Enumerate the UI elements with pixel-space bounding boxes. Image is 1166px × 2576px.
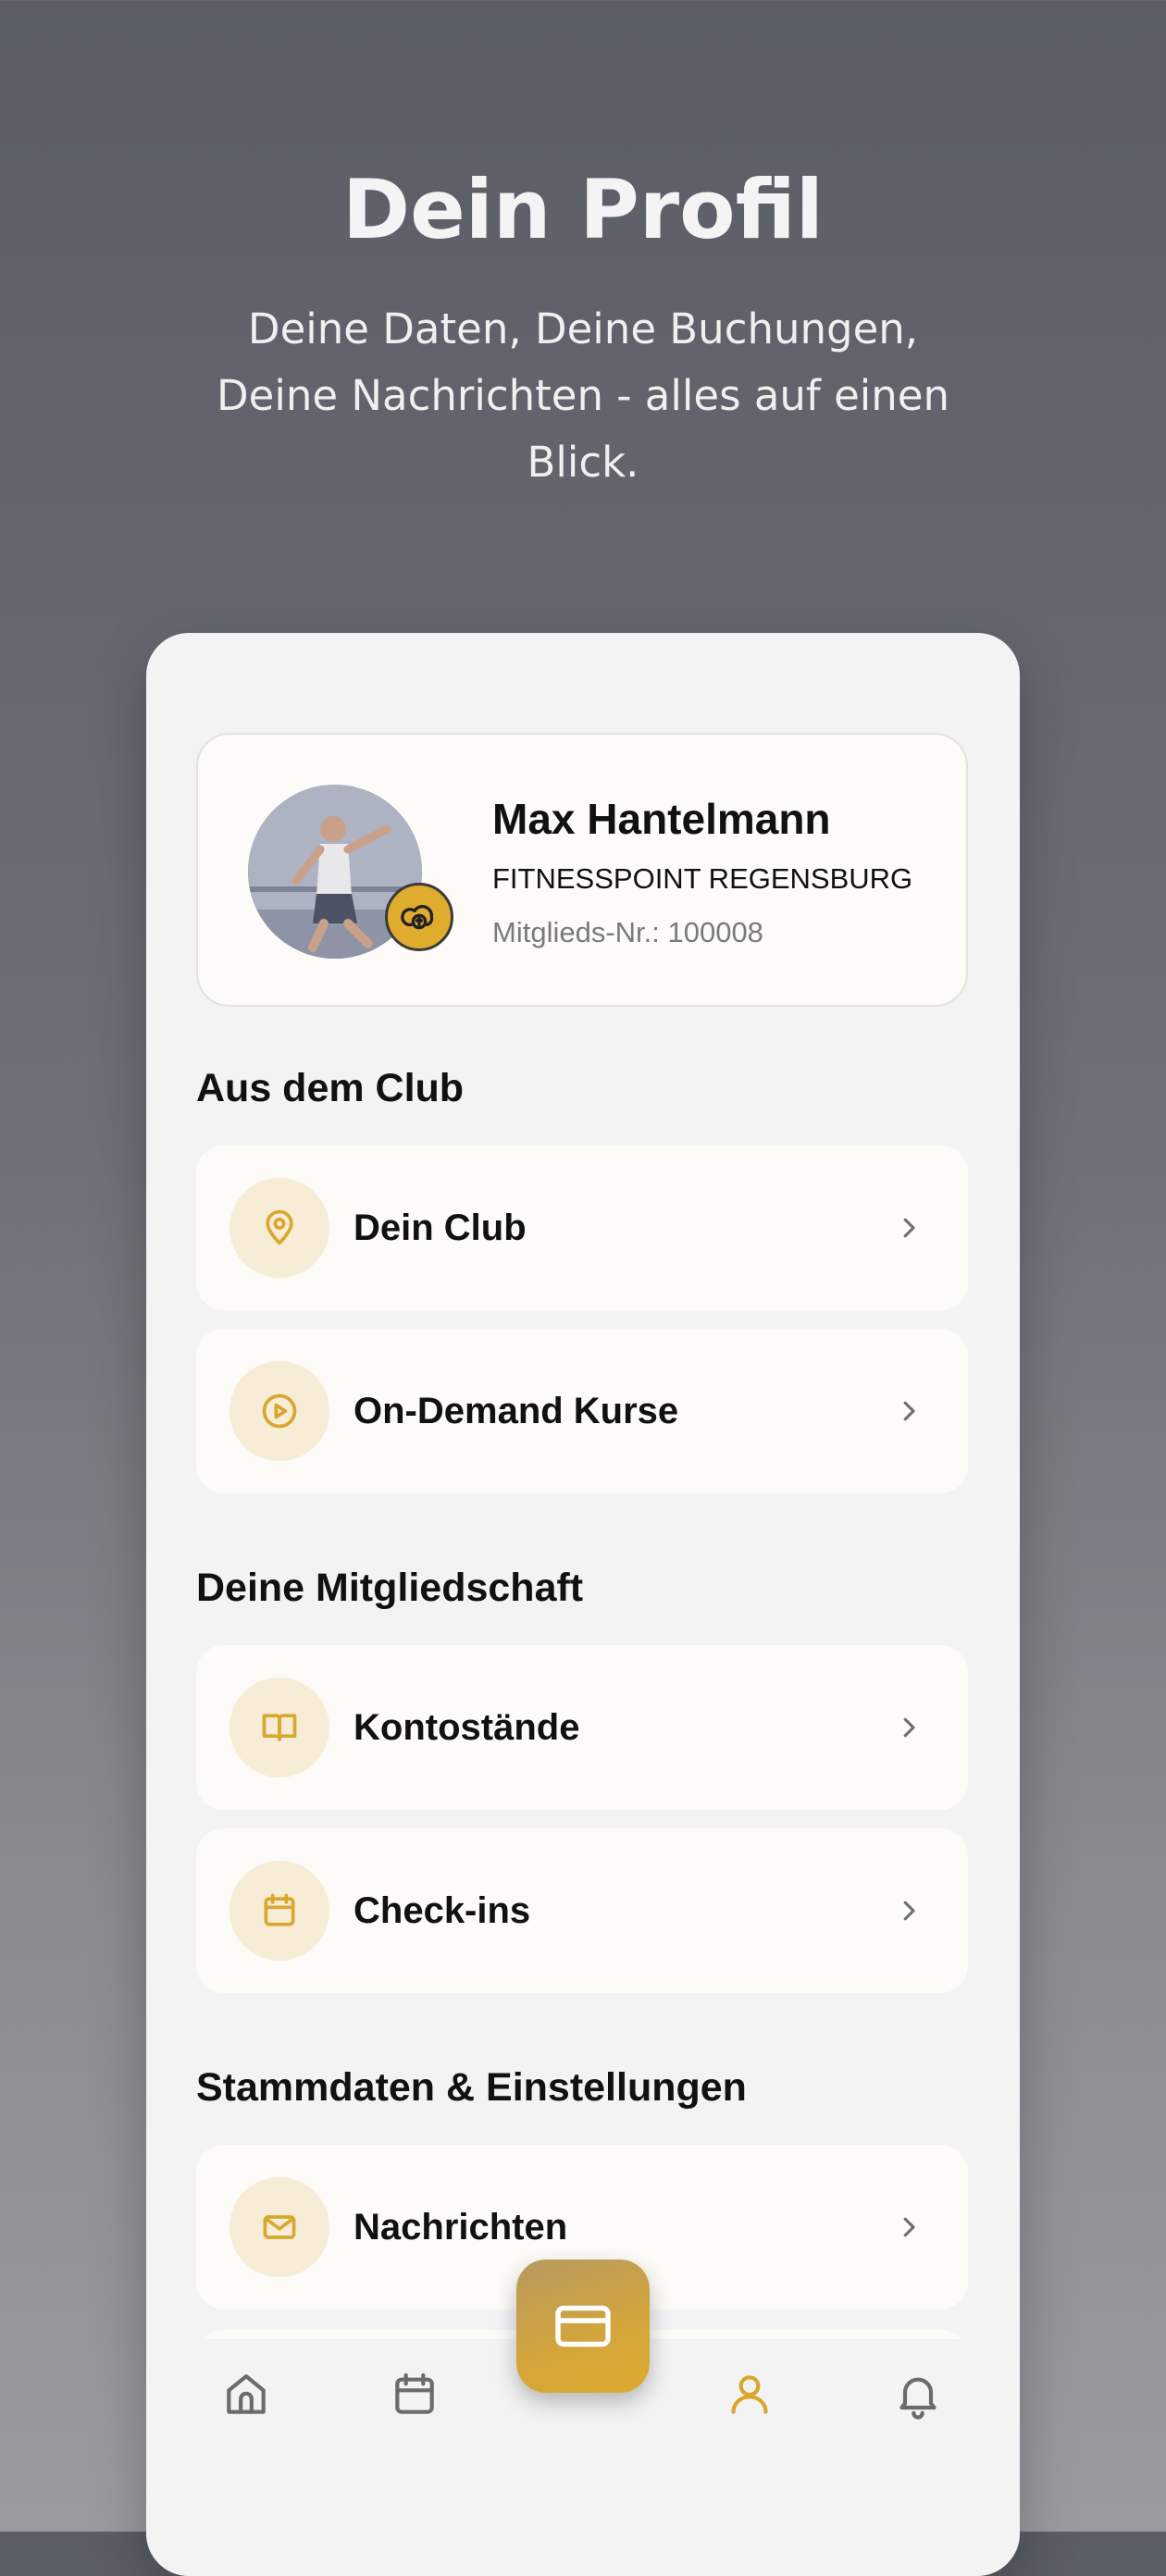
profile-club: FITNESSPOINT REGENSBURG (492, 862, 913, 895)
section-title-club: Aus dem Club (196, 1066, 465, 1110)
book-open-icon (229, 1678, 329, 1777)
chevron-right-icon (890, 1892, 927, 1929)
menu-item-label: On-Demand Kurse (354, 1391, 679, 1431)
hero-subtitle: Deine Daten, Deine Buchungen, Deine Nach… (217, 304, 949, 487)
member-number: Mitglieds-Nr.: 100008 (492, 916, 763, 948)
menu-item-dein-club[interactable]: Dein Club (196, 1146, 968, 1310)
chevron-right-icon (890, 2209, 927, 2246)
menu-item-label: Check-ins (354, 1890, 531, 1931)
card-icon[interactable] (516, 2260, 650, 2393)
profile-name: Max Hantelmann (492, 795, 831, 843)
chevron-right-icon (890, 1709, 927, 1746)
phone-screen: Max Hantelmann FITNESSPOINT REGENSBURG M… (146, 633, 1020, 2576)
section-title-mitgliedschaft: Deine Mitgliedschaft (196, 1566, 584, 1610)
calendar-icon (229, 1861, 329, 1961)
menu-item-check-ins[interactable]: Check-ins (196, 1828, 968, 1993)
menu-item-on-demand-kurse[interactable]: On-Demand Kurse (196, 1329, 968, 1493)
chevron-right-icon (890, 1393, 927, 1430)
hero-title: Dein Profil (342, 162, 824, 257)
calendar-icon[interactable] (368, 2339, 461, 2450)
bell-icon[interactable] (872, 2339, 964, 2450)
chevron-right-icon (890, 1209, 927, 1246)
menu-item-label: Dein Club (354, 1208, 527, 1248)
location-pin-icon (229, 1178, 329, 1278)
home-icon[interactable] (200, 2339, 292, 2450)
user-icon[interactable] (703, 2339, 796, 2450)
mail-icon (229, 2177, 329, 2277)
section-title-stammdaten: Stammdaten & Einstellungen (196, 2065, 747, 2110)
profile-card[interactable]: Max Hantelmann FITNESSPOINT REGENSBURG M… (196, 733, 968, 1007)
bottom-tab-bar (146, 2260, 1020, 2576)
play-circle-icon (229, 1361, 329, 1461)
menu-item-kontostaende[interactable]: Kontostände (196, 1645, 968, 1810)
cloud-upload-icon[interactable] (385, 883, 453, 951)
menu-item-label: Kontostände (354, 1707, 580, 1748)
